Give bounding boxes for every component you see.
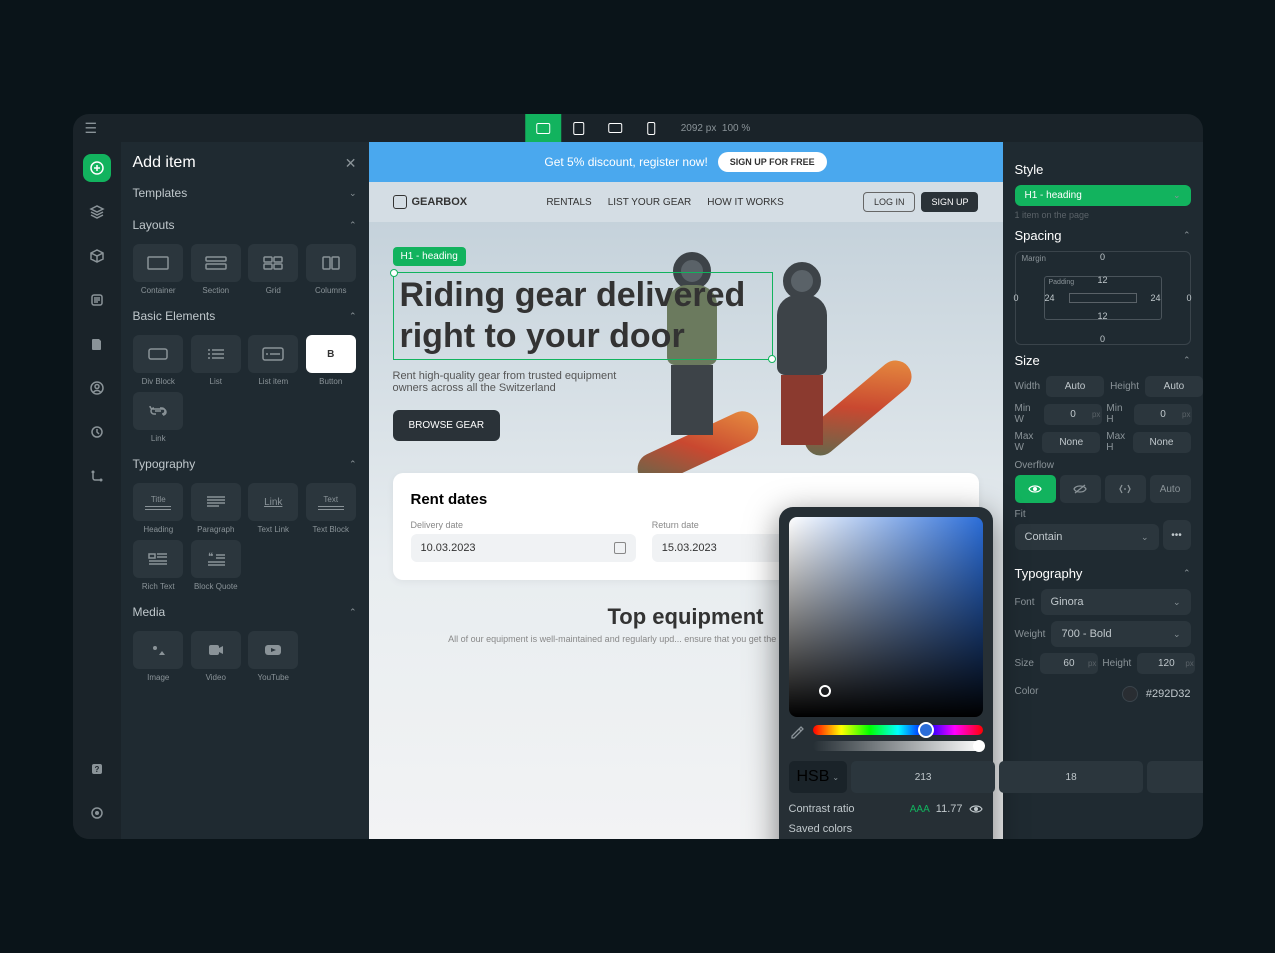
color-picker: HSB⌄ Contrast ratio AAA 11.77 Saved colo… xyxy=(779,507,993,839)
height-input[interactable] xyxy=(1145,376,1203,397)
left-rail: ? xyxy=(73,142,121,839)
fit-more-button[interactable]: ••• xyxy=(1163,520,1191,550)
close-icon[interactable]: ✕ xyxy=(345,155,357,172)
device-desktop-button[interactable] xyxy=(525,114,561,142)
element-text-link[interactable]: LinkText Link xyxy=(248,483,300,534)
overflow-scroll-button[interactable] xyxy=(1105,475,1146,503)
element-selector[interactable]: H1 - heading⌄ xyxy=(1015,185,1191,206)
app-window: 2092 px 100 % ☰ ? Add item ✕ Templa xyxy=(73,114,1203,839)
element-image[interactable]: Image xyxy=(133,631,185,682)
svg-text:?: ? xyxy=(94,765,99,774)
device-landscape-button[interactable] xyxy=(597,114,633,142)
maxh-input[interactable] xyxy=(1133,432,1191,453)
right-panel: Style H1 - heading⌄ 1 item on the page S… xyxy=(1003,142,1203,839)
size-section[interactable]: Size⌃ xyxy=(1015,353,1191,368)
rail-layers-icon[interactable] xyxy=(83,198,111,226)
site-logo[interactable]: GEARBOX xyxy=(393,195,468,209)
device-phone-button[interactable] xyxy=(633,114,669,142)
sat-input[interactable] xyxy=(999,761,1143,793)
element-paragraph[interactable]: Paragraph xyxy=(190,483,242,534)
browse-gear-button[interactable]: BROWSE GEAR xyxy=(393,410,501,441)
element-video[interactable]: Video xyxy=(190,631,242,682)
device-switcher: 2092 px 100 % xyxy=(525,114,751,142)
site-nav: GEARBOX RENTALS LIST YOUR GEAR HOW IT WO… xyxy=(369,182,1003,222)
rail-help-icon[interactable]: ? xyxy=(83,755,111,783)
rail-user-icon[interactable] xyxy=(83,374,111,402)
hue-slider[interactable] xyxy=(813,725,983,735)
rail-add-button[interactable] xyxy=(83,154,111,182)
element-rich-text[interactable]: Rich Text xyxy=(133,540,185,591)
element-list-item[interactable]: List item xyxy=(248,335,300,386)
font-select[interactable]: Ginora⌄ xyxy=(1041,589,1191,615)
rail-box-icon[interactable] xyxy=(83,242,111,270)
nav-link[interactable]: LIST YOUR GEAR xyxy=(608,197,692,208)
section-typography[interactable]: Typography⌃ xyxy=(133,453,357,475)
spacing-box-model[interactable]: Margin 0 0 0 0 Padding 12 24 12 24 xyxy=(1015,251,1191,345)
delivery-date-input[interactable]: 10.03.2023 xyxy=(411,534,636,562)
hero-subtitle[interactable]: Rent high-quality gear from trusted equi… xyxy=(393,370,633,394)
rail-flow-icon[interactable] xyxy=(83,462,111,490)
element-link[interactable]: Link xyxy=(133,392,185,443)
bri-input[interactable] xyxy=(1147,761,1202,793)
overflow-auto-button[interactable]: Auto xyxy=(1150,475,1191,503)
typography-section[interactable]: Typography⌃ xyxy=(1015,566,1191,581)
rail-variables-icon[interactable] xyxy=(83,418,111,446)
hamburger-icon[interactable]: ☰ xyxy=(85,120,98,137)
width-input[interactable] xyxy=(1046,376,1104,397)
color-value[interactable]: #292D32 xyxy=(1122,686,1191,702)
section-basic-elements[interactable]: Basic Elements⌃ xyxy=(133,305,357,327)
eyedropper-icon[interactable] xyxy=(789,725,805,741)
overflow-visible-button[interactable] xyxy=(1015,475,1056,503)
element-container[interactable]: Container xyxy=(133,244,185,295)
element-youtube[interactable]: YouTube xyxy=(248,631,300,682)
left-panel: Add item ✕ Templates⌄ Layouts⌃ Container… xyxy=(121,142,369,839)
section-templates[interactable]: Templates⌄ xyxy=(133,182,357,204)
zoom-readout: 2092 px 100 % xyxy=(681,123,751,134)
promo-banner: Get 5% discount, register now! SIGN UP F… xyxy=(369,142,1003,182)
panel-title: Add item xyxy=(133,154,196,172)
signup-button[interactable]: SIGN UP xyxy=(921,192,978,212)
section-layouts[interactable]: Layouts⌃ xyxy=(133,214,357,236)
element-section[interactable]: Section xyxy=(190,244,242,295)
rent-title: Rent dates xyxy=(411,491,961,508)
selection-tag[interactable]: H1 - heading xyxy=(393,247,466,266)
spacing-section[interactable]: Spacing⌃ xyxy=(1015,228,1191,243)
rail-file-icon[interactable] xyxy=(83,330,111,358)
fit-select[interactable]: Contain⌄ xyxy=(1015,524,1159,550)
element-button[interactable]: BButton xyxy=(305,335,357,386)
element-div-block[interactable]: Div Block xyxy=(133,335,185,386)
device-tablet-button[interactable] xyxy=(561,114,597,142)
banner-cta-button[interactable]: SIGN UP FOR FREE xyxy=(718,152,827,172)
rail-settings-icon[interactable] xyxy=(83,799,111,827)
nav-link[interactable]: HOW IT WORKS xyxy=(707,197,783,208)
rail-page-icon[interactable] xyxy=(83,286,111,314)
maxw-input[interactable] xyxy=(1042,432,1100,453)
overflow-hidden-button[interactable] xyxy=(1060,475,1101,503)
hue-input[interactable] xyxy=(851,761,995,793)
element-columns[interactable]: Columns xyxy=(305,244,357,295)
element-list[interactable]: List xyxy=(190,335,242,386)
weight-select[interactable]: 700 - Bold⌄ xyxy=(1051,621,1190,647)
color-gradient[interactable] xyxy=(789,517,983,717)
element-heading[interactable]: TitleHeading xyxy=(133,483,185,534)
style-section[interactable]: Style xyxy=(1015,162,1191,177)
section-media[interactable]: Media⌃ xyxy=(133,601,357,623)
login-button[interactable]: LOG IN xyxy=(863,192,916,212)
element-block-quote[interactable]: ❝Block Quote xyxy=(190,540,242,591)
hero-heading-selected[interactable]: Riding gear delivered right to your door xyxy=(393,272,773,360)
nav-link[interactable]: RENTALS xyxy=(546,197,591,208)
element-text-block[interactable]: TextText Block xyxy=(305,483,357,534)
alpha-slider[interactable] xyxy=(813,741,983,751)
color-mode-select[interactable]: HSB⌄ xyxy=(789,761,848,793)
element-grid[interactable]: Grid xyxy=(248,244,300,295)
calendar-icon xyxy=(614,542,626,554)
eye-icon[interactable] xyxy=(969,804,983,814)
